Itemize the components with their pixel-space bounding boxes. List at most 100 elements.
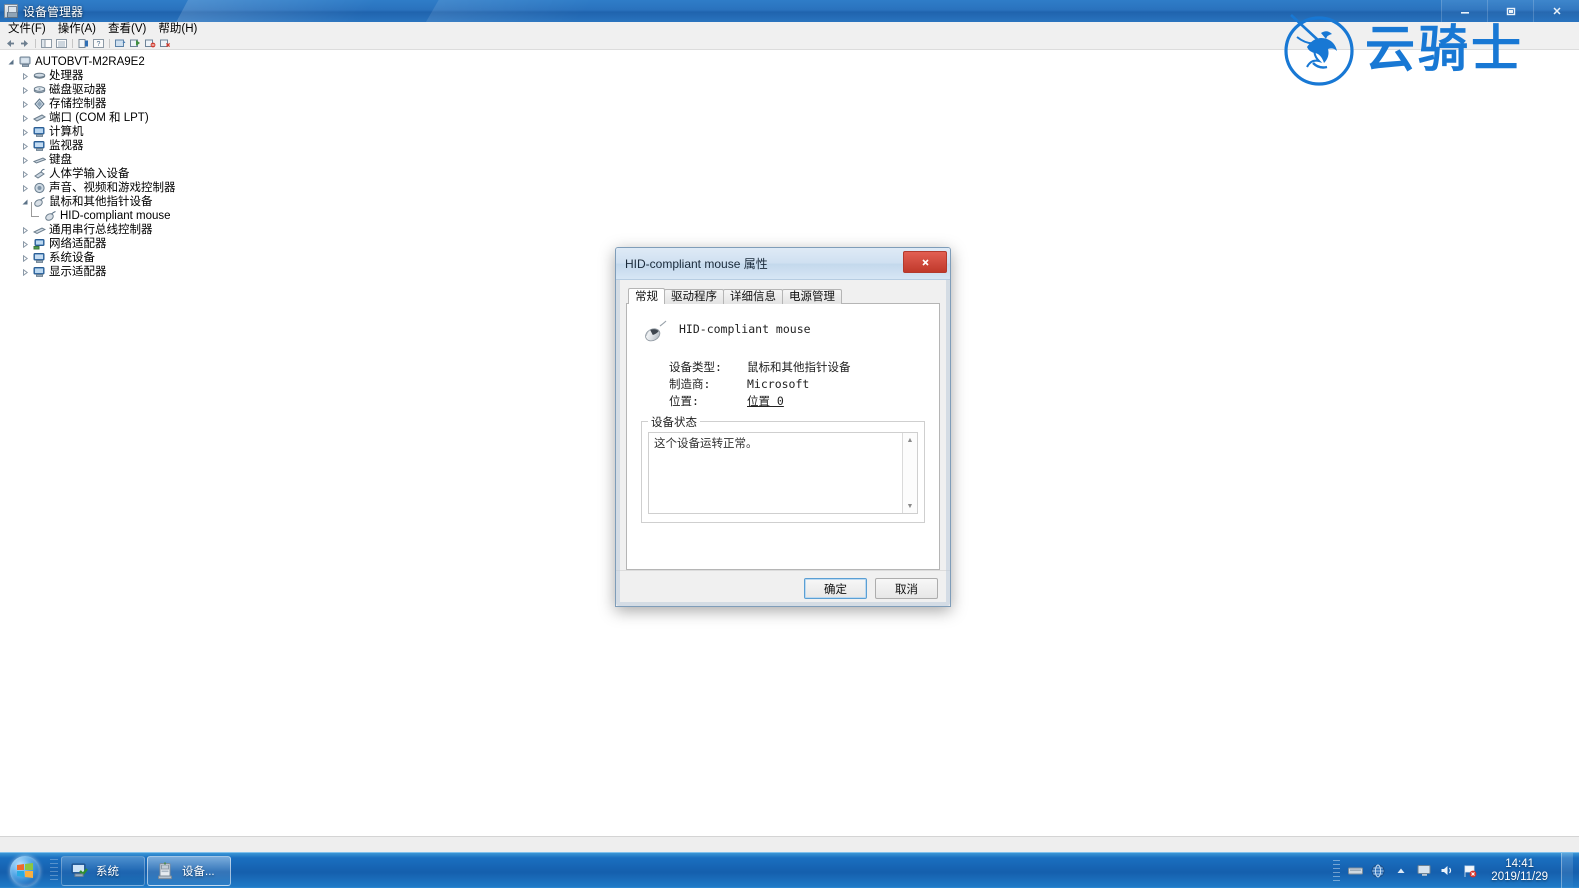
expander-open-icon[interactable] — [20, 195, 31, 209]
expander-closed-icon[interactable] — [20, 83, 31, 97]
menu-file[interactable]: 文件(F) — [3, 22, 51, 37]
minimize-button[interactable] — [1441, 0, 1487, 22]
property-row: 设备类型: 鼠标和其他指针设备 — [669, 358, 929, 375]
volume-icon[interactable] — [1439, 863, 1455, 879]
dialog-footer: 确定 取消 — [616, 570, 950, 606]
toolbar-separator — [72, 38, 73, 48]
tree-item-computer[interactable]: 计算机 — [6, 125, 1579, 139]
taskbar: 系统 设备... 14:41 2019/11/29 — [0, 852, 1579, 888]
tree-item-usb-controllers[interactable]: 通用串行总线控制器 — [6, 223, 1579, 237]
hidden-icons-icon[interactable] — [1393, 863, 1409, 879]
tab-power-management[interactable]: 电源管理 — [782, 289, 842, 304]
tab-driver[interactable]: 驱动程序 — [664, 289, 724, 304]
device-tree: AUTOBVT-M2RA9E2 处理器 磁盘驱动器 存储控制器 端口 (COM … — [0, 50, 1579, 279]
clock[interactable]: 14:41 2019/11/29 — [1485, 858, 1554, 884]
window-controls — [1441, 0, 1579, 22]
scroll-up-icon[interactable]: ▲ — [903, 433, 917, 447]
scan-hardware-changes-icon[interactable] — [114, 38, 127, 49]
mouse-icon — [42, 209, 58, 223]
scroll-down-icon[interactable]: ▼ — [903, 499, 917, 513]
expander-closed-icon[interactable] — [20, 251, 31, 265]
processor-icon — [31, 69, 47, 83]
monitor-tray-icon[interactable] — [1416, 863, 1432, 879]
property-key: 位置: — [669, 393, 699, 408]
status-scrollbar[interactable]: ▲ ▼ — [902, 433, 917, 513]
window-titlebar: 设备管理器 — [0, 0, 1579, 22]
cancel-button[interactable]: 取消 — [875, 578, 938, 599]
toolbar-separator — [109, 38, 110, 48]
clock-date: 2019/11/29 — [1491, 870, 1548, 883]
device-name: HID-compliant mouse — [679, 322, 811, 336]
tree-item-disk-drives[interactable]: 磁盘驱动器 — [6, 83, 1579, 97]
device-status-text: 这个设备运转正常。 — [654, 436, 758, 450]
action-center-flag-icon[interactable] — [1462, 863, 1478, 879]
update-driver-icon[interactable] — [129, 38, 142, 49]
tree-item-label: 人体学输入设备 — [49, 168, 130, 180]
expander-closed-icon[interactable] — [20, 223, 31, 237]
menu-action[interactable]: 操作(A) — [53, 22, 101, 37]
tree-item-hid-compliant-mouse[interactable]: HID-compliant mouse — [6, 202, 1579, 223]
tree-item-mice[interactable]: 鼠标和其他指针设备 — [6, 195, 1579, 209]
tree-item-processor[interactable]: 处理器 — [6, 69, 1579, 83]
tree-item-sound-video-game[interactable]: 声音、视频和游戏控制器 — [6, 181, 1579, 195]
tree-item-label: 声音、视频和游戏控制器 — [49, 182, 176, 194]
close-button[interactable] — [1533, 0, 1579, 22]
expander-closed-icon[interactable] — [20, 153, 31, 167]
tree-root-label: AUTOBVT-M2RA9E2 — [35, 56, 145, 68]
show-desktop-button[interactable] — [1561, 852, 1573, 888]
device-manager-icon — [156, 861, 176, 881]
expander-closed-icon[interactable] — [20, 69, 31, 83]
ok-button[interactable]: 确定 — [804, 578, 867, 599]
hardware-icon[interactable] — [1347, 863, 1363, 879]
menu-help[interactable]: 帮助(H) — [153, 22, 202, 37]
expander-closed-icon[interactable] — [20, 265, 31, 279]
expander-closed-icon[interactable] — [20, 167, 31, 181]
device-properties-dialog: HID-compliant mouse 属性 常规 驱动程序 详细信息 电源管理 — [615, 247, 951, 607]
tree-item-ports[interactable]: 端口 (COM 和 LPT) — [6, 111, 1579, 125]
tab-general[interactable]: 常规 — [628, 288, 665, 304]
expander-closed-icon[interactable] — [20, 181, 31, 195]
dialog-close-button[interactable] — [903, 251, 947, 273]
expander-closed-icon[interactable] — [20, 97, 31, 111]
tree-root-node[interactable]: AUTOBVT-M2RA9E2 — [6, 55, 1579, 69]
expander-closed-icon[interactable] — [20, 237, 31, 251]
tree-item-monitors[interactable]: 监视器 — [6, 139, 1579, 153]
hid-icon — [31, 167, 47, 181]
properties-icon[interactable] — [77, 38, 90, 49]
port-icon — [31, 111, 47, 125]
tree-item-storage-controllers[interactable]: 存储控制器 — [6, 97, 1579, 111]
network-icon[interactable] — [1370, 863, 1386, 879]
disk-drive-icon — [31, 83, 47, 97]
restore-button[interactable] — [1487, 0, 1533, 22]
tree-item-label: 端口 (COM 和 LPT) — [49, 112, 149, 124]
property-key: 设备类型: — [669, 359, 722, 374]
menu-view[interactable]: 查看(V) — [103, 22, 151, 37]
taskbar-item-system[interactable]: 系统 — [61, 855, 145, 886]
tree-item-keyboards[interactable]: 键盘 — [6, 153, 1579, 167]
help-icon[interactable]: ? — [92, 38, 105, 49]
list-view-icon[interactable] — [55, 38, 68, 49]
expander-closed-icon[interactable] — [20, 139, 31, 153]
system-window-icon — [70, 861, 90, 881]
taskbar-item-device-manager[interactable]: 设备... — [147, 855, 231, 886]
toolbar-separator — [35, 38, 36, 48]
disable-device-icon[interactable] — [144, 38, 157, 49]
tree-item-label: 处理器 — [49, 70, 84, 82]
expander-open-icon[interactable] — [6, 55, 17, 69]
device-manager-icon — [4, 4, 18, 18]
expander-closed-icon[interactable] — [20, 125, 31, 139]
expander-closed-icon[interactable] — [20, 111, 31, 125]
uninstall-device-icon[interactable] — [159, 38, 172, 49]
back-icon[interactable] — [3, 38, 16, 49]
mouse-icon — [31, 195, 47, 209]
property-row: 制造商: Microsoft — [669, 375, 929, 392]
tree-child-label: HID-compliant mouse — [60, 210, 171, 222]
tree-item-hid[interactable]: 人体学输入设备 — [6, 167, 1579, 181]
mouse-icon — [641, 318, 667, 344]
dialog-titlebar: HID-compliant mouse 属性 — [616, 248, 950, 280]
start-button[interactable] — [0, 854, 50, 888]
forward-icon[interactable] — [18, 38, 31, 49]
tab-details[interactable]: 详细信息 — [723, 289, 783, 304]
show-hide-tree-icon[interactable] — [40, 38, 53, 49]
device-properties-table: 设备类型: 鼠标和其他指针设备 制造商: Microsoft 位置: 位置 0 — [669, 358, 929, 409]
